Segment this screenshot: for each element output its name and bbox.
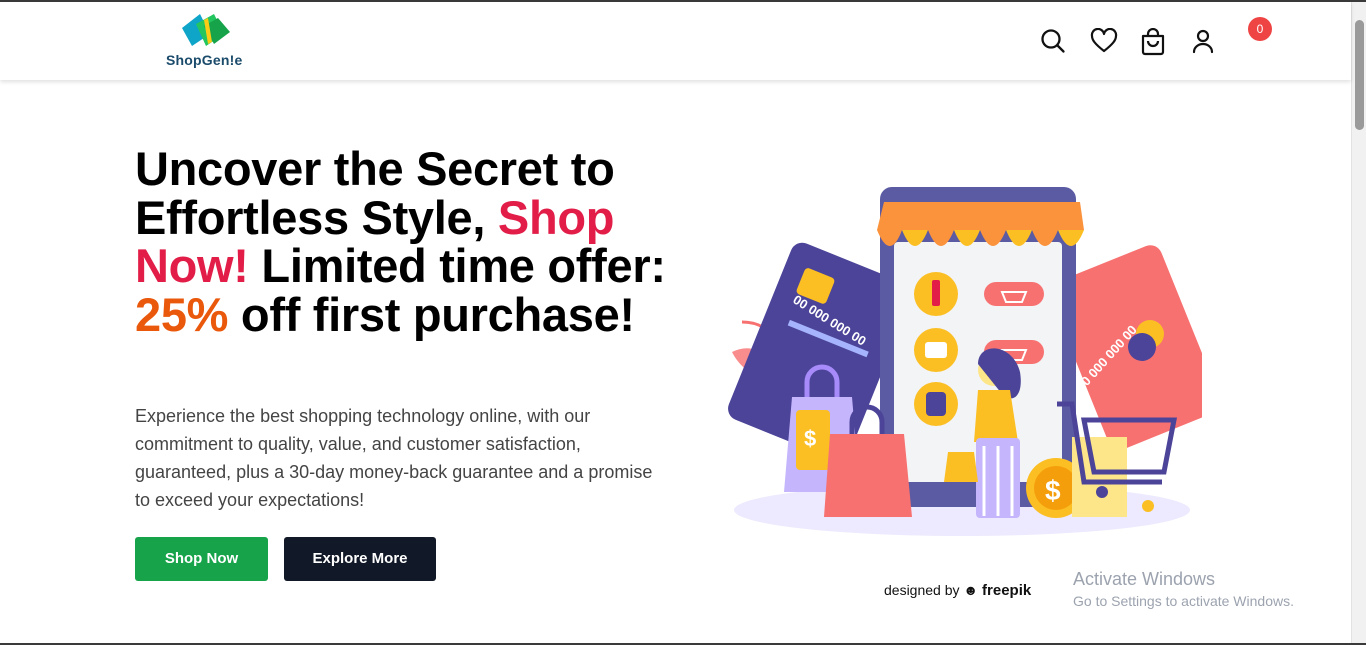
- shop-now-button[interactable]: Shop Now: [135, 537, 268, 581]
- site-header: ShopGen!e 0: [0, 2, 1351, 80]
- scrollbar-thumb[interactable]: [1355, 20, 1364, 130]
- cart-count-badge: 0: [1248, 17, 1272, 41]
- activate-windows-subtitle: Go to Settings to activate Windows.: [1073, 593, 1294, 609]
- logo-text: ShopGen!e: [166, 52, 243, 68]
- svg-text:$: $: [804, 426, 816, 451]
- shopping-illustration: 00 000 000 00 00 000 000 00 $ $: [728, 187, 1202, 536]
- shopping-bag-icon: [1141, 28, 1165, 56]
- hero-title-highlight-orange: 25%: [135, 287, 229, 341]
- hero-title: Uncover the Secret to Effortless Style, …: [135, 144, 675, 341]
- hero-title-part3: off first purchase!: [228, 287, 635, 341]
- user-icon: [1192, 29, 1214, 54]
- freepik-logo-icon: ☻: [963, 582, 979, 598]
- logo[interactable]: ShopGen!e: [160, 10, 256, 72]
- activate-windows-title: Activate Windows: [1073, 569, 1216, 589]
- search-button[interactable]: [1038, 24, 1068, 58]
- svg-text:$: $: [1045, 475, 1061, 506]
- activate-windows-watermark: Activate Windows Go to Settings to activ…: [1073, 569, 1294, 609]
- search-icon: [1041, 29, 1065, 53]
- freepik-credit[interactable]: designed by ☻ freepik: [884, 582, 1031, 599]
- page-scrollbar[interactable]: [1351, 2, 1366, 643]
- wishlist-button[interactable]: [1088, 24, 1118, 58]
- logo-icon: [182, 14, 230, 46]
- credit-brand: freepik: [982, 582, 1032, 599]
- hero-title-part2: Limited time offer:: [248, 239, 666, 292]
- explore-more-button[interactable]: Explore More: [284, 537, 436, 581]
- heart-icon: [1090, 28, 1118, 53]
- page: ShopGen!e 0 Uncover the Secret to Effort…: [0, 0, 1366, 645]
- cart-button[interactable]: 0: [1138, 17, 1272, 58]
- hero-subtitle: Experience the best shopping technology …: [135, 406, 653, 510]
- credit-prefix: designed by: [884, 582, 960, 598]
- account-button[interactable]: [1188, 24, 1218, 58]
